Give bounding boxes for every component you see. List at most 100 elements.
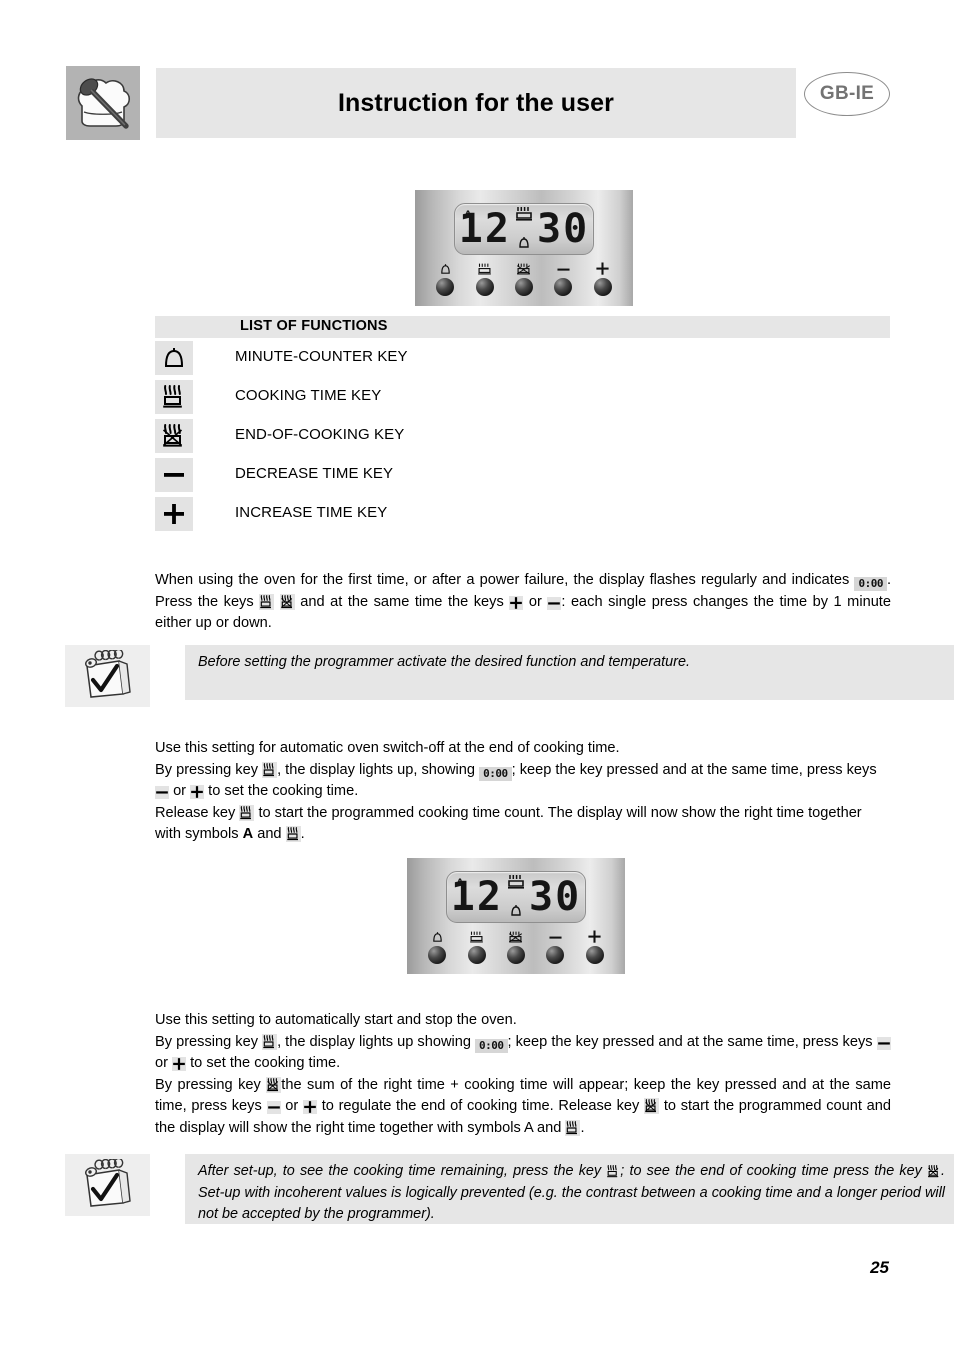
symbol-a-label: A bbox=[242, 826, 254, 842]
minus-icon bbox=[266, 1101, 281, 1114]
text-fragment: By pressing key bbox=[155, 761, 259, 778]
text-fragment: ; keep the key pressed and at the same t… bbox=[511, 761, 877, 778]
section-line-2: By pressing key , the display lights up,… bbox=[155, 760, 891, 803]
minus-icon bbox=[548, 928, 563, 944]
function-label: END-OF-COOKING KEY bbox=[235, 426, 405, 443]
text-fragment: . bbox=[580, 1119, 585, 1136]
panel-key-minute-counter[interactable] bbox=[428, 928, 447, 964]
function-row-increase-time: INCREASE TIME KEY bbox=[155, 497, 895, 536]
panel-key-dot[interactable] bbox=[585, 946, 604, 964]
text-fragment: Release key bbox=[155, 804, 236, 821]
list-of-functions-heading: LIST OF FUNCTIONS bbox=[240, 318, 388, 334]
cooking-pot-crossed-icon bbox=[644, 1098, 660, 1114]
intro-text-part4: or bbox=[528, 593, 542, 610]
panel-key-end-of-cooking[interactable] bbox=[514, 260, 533, 296]
cooking-pot-crossed-icon bbox=[155, 419, 193, 453]
text-fragment: After set-up, to see the cooking time re… bbox=[198, 1163, 602, 1179]
text-fragment: , the display lights up, showing bbox=[277, 761, 476, 778]
programmer-panel-bottom: A 12 30 bbox=[407, 858, 625, 974]
function-label: INCREASE TIME KEY bbox=[235, 504, 388, 521]
section-line-2: By pressing key , the display lights up … bbox=[155, 1032, 891, 1075]
panel-key-dot[interactable] bbox=[436, 278, 455, 296]
lcd-value-chip: 0:00 bbox=[479, 766, 512, 781]
cooking-pot-icon bbox=[477, 260, 492, 276]
panel-key-cooking-time[interactable] bbox=[475, 260, 494, 296]
panel-key-row bbox=[415, 260, 633, 296]
panel-key-row bbox=[407, 928, 625, 964]
panel-key-dot[interactable] bbox=[506, 946, 525, 964]
cooking-pot-icon bbox=[469, 928, 484, 944]
bell-icon bbox=[155, 341, 193, 375]
cooking-pot-crossed-icon bbox=[266, 1076, 282, 1093]
section-auto-start-stop: Use this setting to automatically start … bbox=[155, 1010, 891, 1139]
page-title: Instruction for the user bbox=[337, 88, 615, 117]
cooking-pot-icon bbox=[262, 1033, 278, 1050]
function-row-decrease-time: DECREASE TIME KEY bbox=[155, 458, 895, 497]
text-fragment: or bbox=[173, 783, 187, 799]
panel-key-cooking-time[interactable] bbox=[467, 928, 486, 964]
text-fragment: ; keep the key pressed and at the same t… bbox=[507, 1033, 873, 1050]
cooking-pot-icon bbox=[155, 380, 193, 414]
plus-icon bbox=[155, 497, 193, 531]
panel-key-dot[interactable] bbox=[514, 278, 533, 296]
section-line-3: By pressing key the sum of the right tim… bbox=[155, 1075, 891, 1140]
panel-key-minute-counter[interactable] bbox=[436, 260, 455, 296]
plus-icon bbox=[509, 595, 524, 610]
note-text: After set-up, to see the cooking time re… bbox=[198, 1161, 945, 1226]
panel-key-dot[interactable] bbox=[554, 278, 573, 296]
cooking-pot-crossed-icon bbox=[516, 260, 531, 276]
text-fragment: By pressing key bbox=[155, 1033, 259, 1050]
panel-key-dot[interactable] bbox=[475, 278, 494, 296]
note-text-box: Before setting the programmer activate t… bbox=[185, 645, 954, 700]
cooking-pot-icon bbox=[259, 593, 275, 610]
cooking-pot-icon bbox=[239, 804, 255, 821]
intro-paragraph: When using the oven for the first time, … bbox=[155, 570, 891, 635]
plus-icon bbox=[595, 260, 610, 276]
text-fragment: , the display lights up showing bbox=[277, 1033, 471, 1050]
plus-icon bbox=[190, 785, 205, 799]
list-of-functions-header: LIST OF FUNCTIONS bbox=[155, 316, 890, 338]
minus-icon bbox=[547, 596, 562, 610]
lcd-value-chip: 0:00 bbox=[854, 577, 887, 591]
section-line-1: Use this setting to automatically start … bbox=[155, 1012, 517, 1028]
section-cooking-time: Use this setting for automatic oven swit… bbox=[155, 738, 891, 846]
text-fragment: and bbox=[257, 826, 282, 842]
panel-key-decrease-time[interactable] bbox=[554, 260, 573, 296]
page-title-bar: Instruction for the user bbox=[156, 68, 796, 138]
bell-icon bbox=[440, 260, 451, 276]
cooking-pot-icon bbox=[606, 1164, 620, 1179]
text-fragment: or bbox=[285, 1098, 299, 1114]
text-fragment: to regulate the end of cooking time. Rel… bbox=[321, 1098, 640, 1114]
text-fragment: or bbox=[155, 1055, 168, 1071]
minus-icon bbox=[556, 260, 571, 276]
text-fragment: . bbox=[300, 826, 305, 842]
bell-icon bbox=[511, 905, 521, 916]
minus-icon bbox=[155, 786, 169, 799]
cooking-pot-crossed-icon bbox=[927, 1164, 941, 1179]
intro-text-part3: and at the same time the keys bbox=[300, 593, 504, 610]
panel-key-dot[interactable] bbox=[593, 278, 612, 296]
chef-hat-spoon-icon bbox=[66, 66, 140, 140]
panel-key-decrease-time[interactable] bbox=[546, 928, 565, 964]
panel-key-dot[interactable] bbox=[428, 946, 447, 964]
list-of-functions: MINUTE-COUNTER KEY COOKING TIME KEY END-… bbox=[155, 341, 895, 536]
text-fragment: By pressing key bbox=[155, 1076, 261, 1093]
bell-icon bbox=[519, 237, 529, 248]
note-text: Before setting the programmer activate t… bbox=[198, 654, 690, 670]
bell-icon bbox=[432, 928, 443, 944]
function-row-minute-counter: MINUTE-COUNTER KEY bbox=[155, 341, 895, 380]
panel-key-increase-time[interactable] bbox=[593, 260, 612, 296]
section-line-1: Use this setting for automatic oven swit… bbox=[155, 740, 620, 756]
function-row-cooking-time: COOKING TIME KEY bbox=[155, 380, 895, 419]
panel-key-end-of-cooking[interactable] bbox=[506, 928, 525, 964]
panel-key-dot[interactable] bbox=[467, 946, 486, 964]
minus-icon bbox=[876, 1036, 891, 1050]
minus-icon bbox=[155, 458, 193, 492]
panel-key-increase-time[interactable] bbox=[585, 928, 604, 964]
function-row-end-of-cooking: END-OF-COOKING KEY bbox=[155, 419, 895, 458]
plus-icon bbox=[172, 1057, 187, 1071]
panel-key-dot[interactable] bbox=[546, 946, 565, 964]
cooking-pot-crossed-icon bbox=[279, 593, 295, 610]
text-fragment: to set the cooking time. bbox=[208, 783, 359, 799]
lcd-display: A 12 30 bbox=[454, 203, 594, 255]
